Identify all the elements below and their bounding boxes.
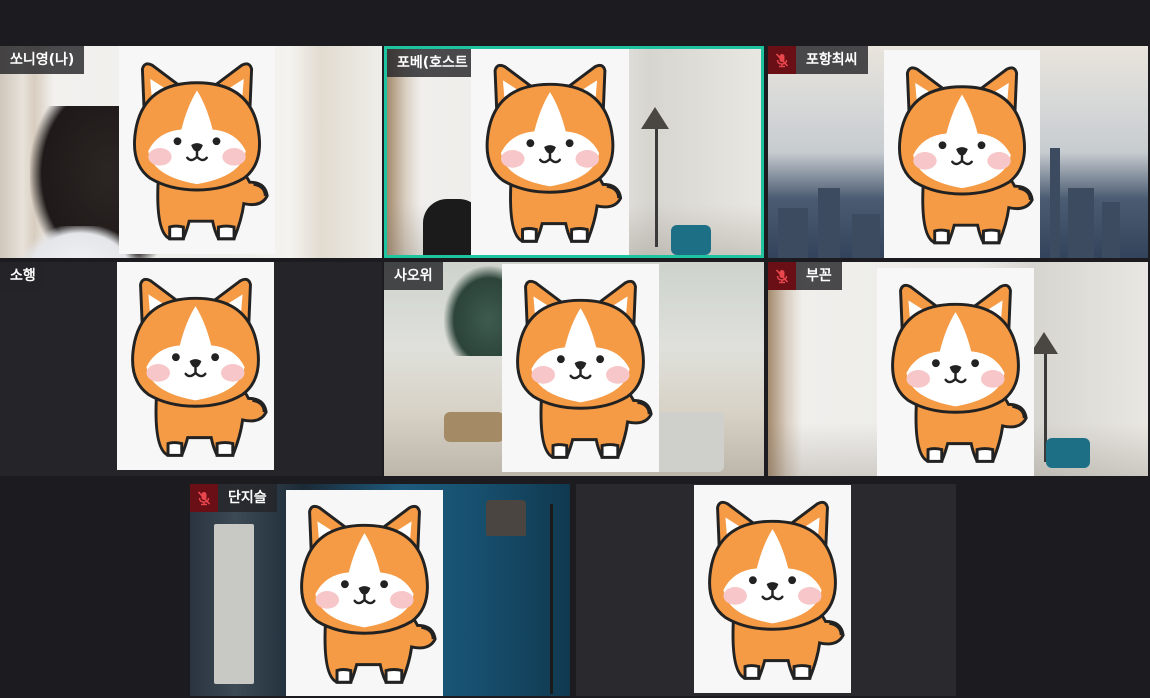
background-building	[1102, 202, 1120, 258]
corgi-avatar-icon	[884, 50, 1040, 258]
participant-name: 부꼰	[806, 268, 832, 284]
participant-name-label: 단지슬	[190, 484, 277, 512]
background-artwork	[214, 524, 254, 684]
video-tile-7[interactable]: 단지슬	[190, 484, 570, 696]
corgi-avatar-icon	[117, 262, 274, 470]
background-cushion	[671, 225, 711, 255]
background-sofa	[654, 412, 724, 472]
video-tile-1[interactable]: 쏘니영(나)	[0, 46, 382, 258]
participant-name-label: 사오위	[384, 262, 443, 290]
background-building	[1050, 148, 1060, 258]
video-tile-2[interactable]: 포베(호스트	[384, 46, 764, 258]
video-tile-8[interactable]	[576, 484, 956, 696]
participant-name-label: 포항최씨	[768, 46, 868, 74]
video-tile-4[interactable]: 소행	[0, 262, 382, 476]
background-lamp-shade	[641, 107, 669, 129]
participant-name: 단지슬	[228, 490, 267, 506]
corgi-avatar-icon	[694, 485, 851, 693]
participant-name-label: 쏘니영(나)	[0, 46, 85, 74]
background-table	[444, 412, 504, 442]
background-lamp-shade	[1030, 332, 1058, 354]
background-building	[1068, 188, 1094, 258]
mic-off-icon	[190, 484, 218, 512]
background-building	[778, 208, 808, 258]
participant-name-label: 소행	[0, 262, 46, 290]
participant-name-label: 포베(호스트	[387, 49, 478, 77]
corgi-avatar-icon	[286, 490, 443, 696]
mic-off-icon	[768, 262, 796, 290]
background-pendant-lamp	[486, 500, 526, 536]
background-building	[818, 188, 840, 258]
corgi-avatar-icon	[502, 264, 659, 472]
video-tile-6[interactable]: 부꼰	[768, 262, 1148, 476]
corgi-avatar-icon	[119, 46, 275, 254]
corgi-avatar-icon	[471, 49, 629, 255]
background-building	[852, 214, 880, 258]
background-cushion	[1046, 438, 1090, 468]
background-lamp	[655, 127, 658, 247]
participant-name-label: 부꼰	[768, 262, 842, 290]
mic-off-icon	[768, 46, 796, 74]
video-tile-3[interactable]: 포항최씨	[768, 46, 1148, 258]
corgi-avatar-icon	[877, 268, 1034, 476]
participant-name: 포항최씨	[806, 52, 858, 68]
background-lamp	[550, 504, 553, 694]
video-tile-5[interactable]: 사오위	[384, 262, 764, 476]
